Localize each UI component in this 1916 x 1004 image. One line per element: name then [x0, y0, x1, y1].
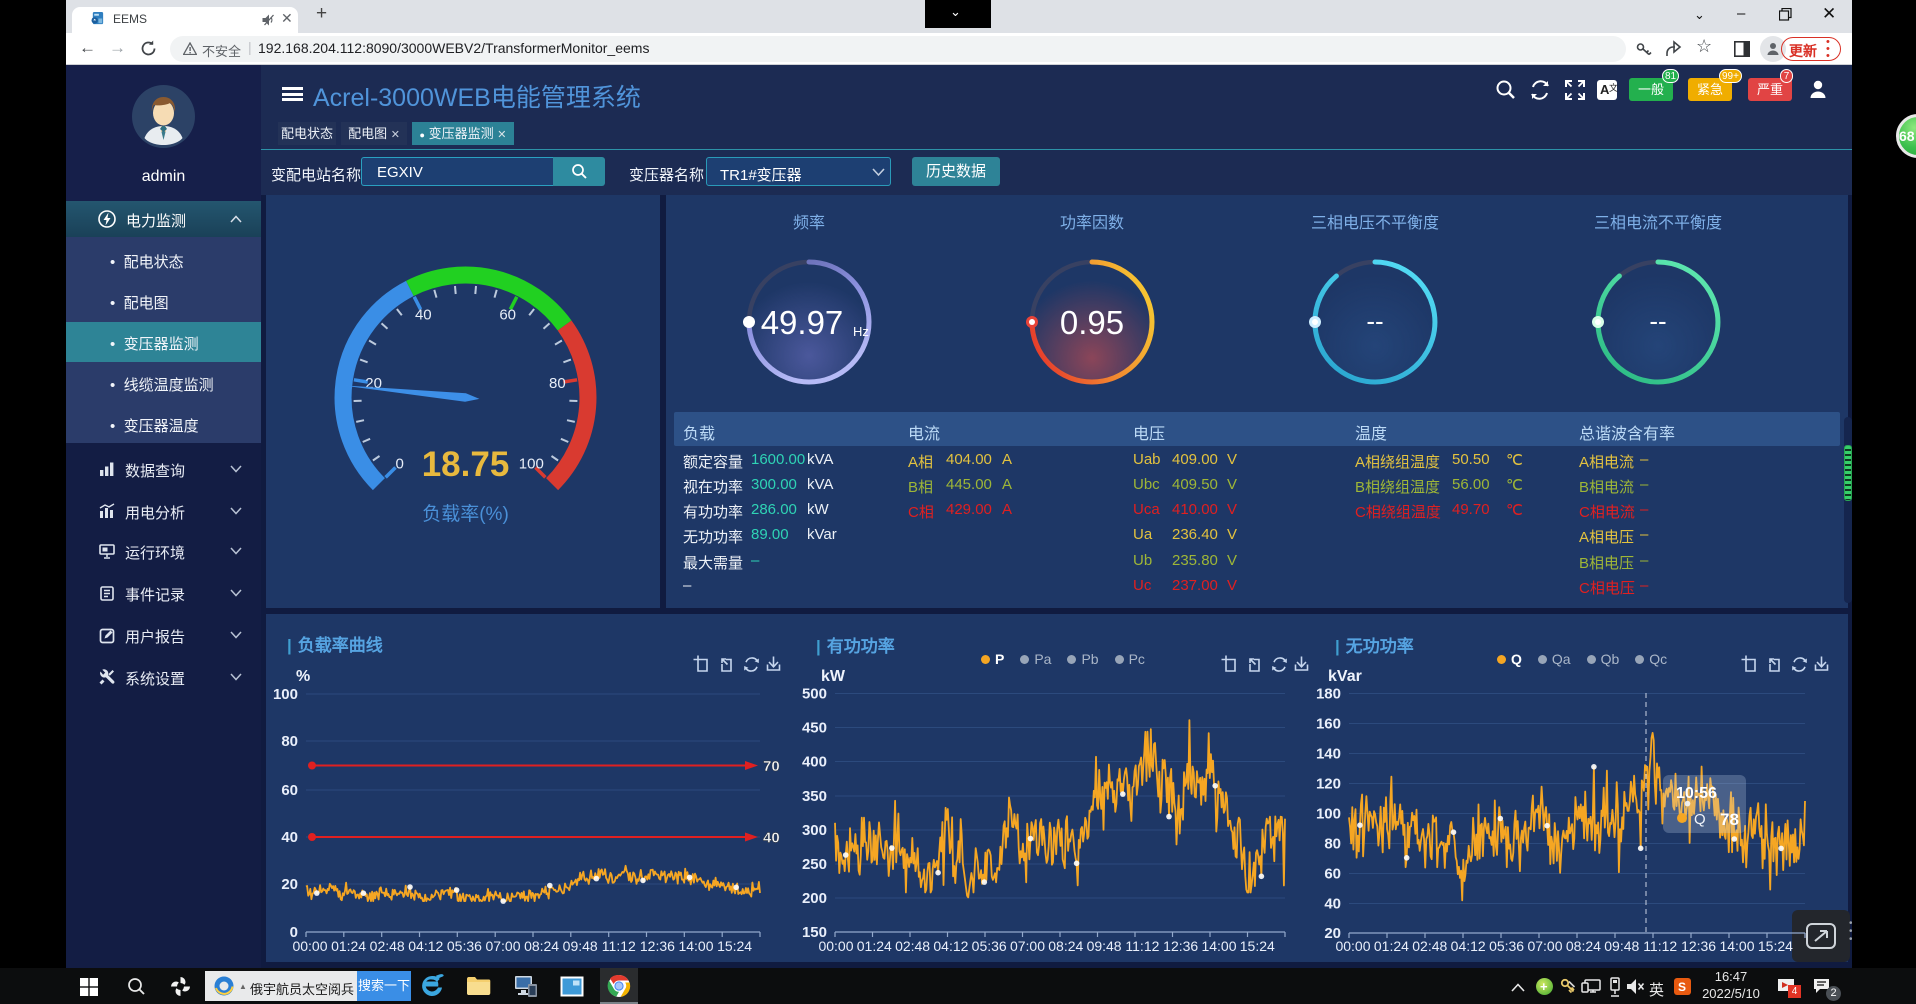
svg-text:40: 40 [1324, 896, 1341, 913]
svg-text:20: 20 [281, 876, 298, 893]
svg-text:10:56: 10:56 [1676, 785, 1717, 802]
svg-text:04:12: 04:12 [1451, 938, 1486, 954]
svg-text:400: 400 [802, 754, 827, 771]
svg-text:kVar: kVar [1328, 668, 1362, 685]
svg-text:15:24: 15:24 [1758, 938, 1793, 954]
svg-text:14:00: 14:00 [1719, 938, 1754, 954]
svg-text:80: 80 [281, 733, 298, 750]
svg-text:40: 40 [763, 830, 780, 847]
svg-text:09:48: 09:48 [1087, 938, 1122, 954]
svg-text:250: 250 [802, 856, 827, 873]
svg-text:07:00: 07:00 [1527, 938, 1562, 954]
svg-text:140: 140 [1316, 746, 1341, 763]
svg-text:00:00: 00:00 [292, 938, 327, 954]
svg-text:78: 78 [1720, 810, 1739, 829]
svg-text:500: 500 [802, 686, 827, 703]
svg-text:Q: Q [1694, 811, 1706, 828]
svg-text:08:24: 08:24 [1566, 938, 1601, 954]
svg-text:120: 120 [1316, 776, 1341, 793]
svg-text:07:00: 07:00 [1010, 938, 1045, 954]
svg-text:15:24: 15:24 [717, 938, 752, 954]
svg-text:08:24: 08:24 [524, 938, 559, 954]
svg-text:70: 70 [763, 758, 780, 775]
svg-text:11:12: 11:12 [1643, 938, 1677, 954]
svg-text:11:12: 11:12 [602, 938, 636, 954]
svg-text:12:36: 12:36 [1681, 938, 1716, 954]
svg-text:02:48: 02:48 [895, 938, 930, 954]
svg-text:11:12: 11:12 [1125, 938, 1159, 954]
svg-text:05:36: 05:36 [972, 938, 1007, 954]
svg-text:350: 350 [802, 788, 827, 805]
svg-text:01:24: 01:24 [857, 938, 892, 954]
svg-text:60: 60 [1324, 866, 1341, 883]
svg-text:02:48: 02:48 [1412, 938, 1447, 954]
svg-text:01:24: 01:24 [1374, 938, 1409, 954]
svg-text:04:12: 04:12 [933, 938, 968, 954]
svg-text:12:36: 12:36 [1163, 938, 1198, 954]
svg-text:180: 180 [1316, 686, 1341, 703]
svg-text:40: 40 [281, 829, 298, 846]
svg-text:00:00: 00:00 [1335, 938, 1370, 954]
svg-text:60: 60 [281, 782, 298, 799]
svg-text:04:12: 04:12 [408, 938, 443, 954]
svg-text:01:24: 01:24 [331, 938, 366, 954]
svg-text:09:48: 09:48 [1604, 938, 1639, 954]
svg-text:05:36: 05:36 [1489, 938, 1524, 954]
svg-text:200: 200 [802, 890, 827, 907]
svg-text:08:24: 08:24 [1048, 938, 1083, 954]
svg-text:00:00: 00:00 [818, 938, 853, 954]
svg-text:05:36: 05:36 [447, 938, 482, 954]
svg-text:07:00: 07:00 [485, 938, 520, 954]
svg-text:100: 100 [1316, 806, 1341, 823]
svg-text:kW: kW [821, 668, 846, 685]
svg-text:160: 160 [1316, 716, 1341, 733]
svg-text:02:48: 02:48 [370, 938, 405, 954]
svg-text:300: 300 [802, 822, 827, 839]
svg-text:80: 80 [1324, 836, 1341, 853]
svg-text:14:00: 14:00 [1201, 938, 1236, 954]
svg-text:15:24: 15:24 [1240, 938, 1275, 954]
svg-text:450: 450 [802, 720, 827, 737]
svg-text:12:36: 12:36 [640, 938, 675, 954]
svg-text:%: % [296, 668, 310, 685]
svg-text:14:00: 14:00 [678, 938, 713, 954]
svg-text:100: 100 [273, 686, 298, 703]
svg-text:09:48: 09:48 [563, 938, 598, 954]
